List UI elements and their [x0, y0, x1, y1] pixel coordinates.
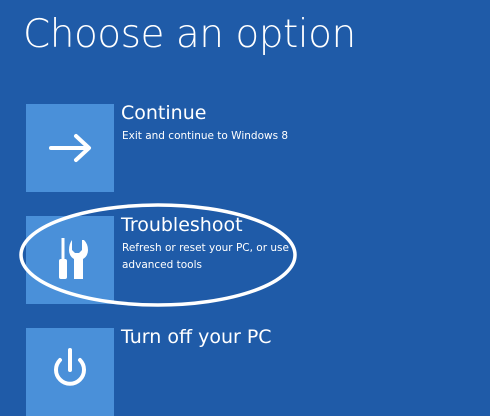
troubleshoot-label: Troubleshoot: [121, 214, 243, 236]
turn-off-tile[interactable]: [26, 328, 114, 416]
arrow-right-icon: [49, 134, 91, 162]
power-icon: [54, 348, 86, 386]
page-title: Choose an option: [23, 12, 356, 57]
continue-description: Exit and continue to Windows 8: [122, 130, 289, 142]
tools-icon: [59, 238, 88, 279]
option-troubleshoot[interactable]: Troubleshoot Refresh or reset your PC, o…: [26, 214, 466, 304]
continue-tile[interactable]: [26, 104, 114, 192]
turn-off-label: Turn off your PC: [121, 326, 272, 348]
troubleshoot-tile[interactable]: [26, 216, 114, 304]
option-continue[interactable]: Continue Exit and continue to Windows 8: [26, 102, 466, 192]
troubleshoot-description: Refresh or reset your PC, or use advance…: [122, 242, 289, 271]
continue-label: Continue: [121, 102, 207, 124]
option-turn-off[interactable]: Turn off your PC: [26, 326, 466, 416]
